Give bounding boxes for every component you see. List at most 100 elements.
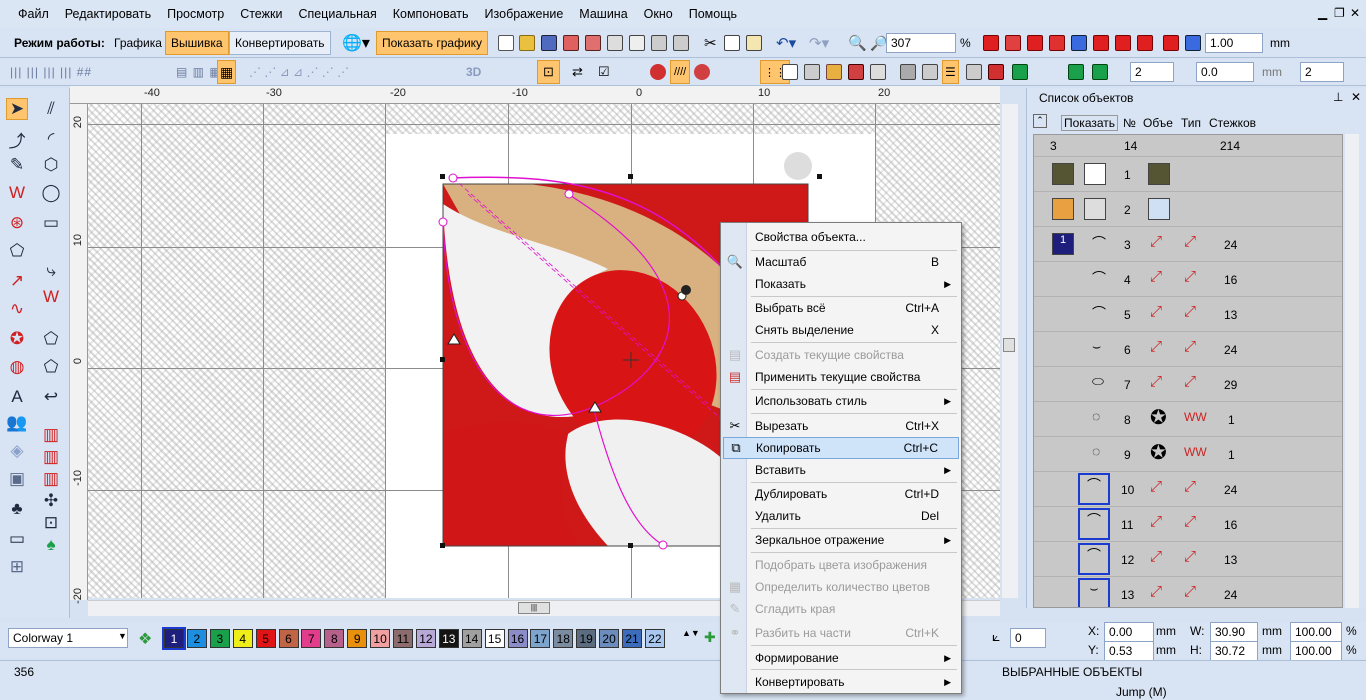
- menu-special[interactable]: Специальная: [290, 7, 384, 21]
- fill-variants-icons[interactable]: ⋰ ⋰ ⊿ ⊿ ⋰ ⋰ ⋰: [243, 60, 355, 84]
- color-swatch[interactable]: 3: [209, 629, 230, 648]
- menu-edit[interactable]: Редактировать: [57, 7, 159, 21]
- color-swatch[interactable]: 14: [461, 629, 482, 648]
- tree-tool-icon[interactable]: ♣: [6, 498, 28, 520]
- align-icon[interactable]: [900, 64, 916, 80]
- color-swatch[interactable]: 15: [484, 629, 505, 648]
- table-row[interactable]: ◌ 9 ✪ WW 1: [1034, 437, 1342, 472]
- table-row[interactable]: ◌ 8 ✪ WW 1: [1034, 402, 1342, 437]
- cut-icon[interactable]: ✂: [698, 31, 723, 55]
- stitch-length-icon[interactable]: [1163, 35, 1179, 51]
- mode-convert-button[interactable]: Конвертировать: [229, 31, 331, 55]
- color-swatch[interactable]: 16: [507, 629, 528, 648]
- table-row[interactable]: ⌣ 13 ⤢ ⤢ 24: [1034, 577, 1342, 607]
- h-input[interactable]: 30.72: [1210, 641, 1258, 661]
- undo-icon[interactable]: ↶▾: [770, 31, 802, 55]
- menu-item-delete[interactable]: Удалить Del: [723, 505, 959, 527]
- menu-item-properties[interactable]: Свойства объекта...: [723, 226, 959, 248]
- color-swatch[interactable]: 7: [301, 629, 322, 648]
- rotate-icon[interactable]: [1092, 64, 1108, 80]
- color-swatch[interactable]: 1: [162, 627, 186, 650]
- list-icon[interactable]: ☰: [942, 60, 959, 84]
- trim-icon[interactable]: [988, 64, 1004, 80]
- header-num[interactable]: №: [1123, 116, 1136, 130]
- mode-embroidery-button[interactable]: Вышивка: [165, 31, 229, 55]
- monogram-icon[interactable]: ◈: [6, 440, 28, 462]
- qr-icon[interactable]: [870, 64, 886, 80]
- node-edit-icon[interactable]: ⇄: [566, 60, 589, 84]
- color-swatch[interactable]: 21: [622, 629, 642, 648]
- paste-icon[interactable]: [746, 35, 762, 51]
- arc-icon[interactable]: ◜: [40, 128, 62, 150]
- satin-icon[interactable]: [650, 64, 666, 80]
- spin-field-2[interactable]: 0.0: [1196, 62, 1254, 82]
- export-icon[interactable]: [563, 35, 579, 51]
- minimize-icon[interactable]: ▁: [1318, 6, 1327, 20]
- w-percent-input[interactable]: 100.00: [1290, 622, 1342, 642]
- fill-a-icon[interactable]: ▥: [40, 424, 62, 446]
- stitch-tool-4-icon[interactable]: [1049, 35, 1065, 51]
- reshape-icon[interactable]: ⤴: [6, 128, 28, 151]
- show-graphics-button[interactable]: Показать графику: [376, 31, 489, 55]
- y-input[interactable]: 0.53: [1104, 641, 1154, 661]
- menu-item-select-all[interactable]: Выбрать всё Ctrl+A: [723, 297, 959, 319]
- color-swatch[interactable]: 10: [370, 629, 391, 648]
- zigzag-icon[interactable]: W: [6, 182, 28, 204]
- redo-icon[interactable]: ↷▾: [803, 31, 835, 55]
- header-obj[interactable]: Объект: [1143, 116, 1173, 130]
- grid-fill-icon[interactable]: ▦: [217, 60, 237, 84]
- sequence-icon[interactable]: [966, 64, 982, 80]
- x-input[interactable]: 0.00: [1104, 622, 1154, 642]
- table-row[interactable]: ⬭ 7 ⤢ ⤢ 29: [1034, 367, 1342, 402]
- collapse-icon[interactable]: ⌃: [1033, 114, 1047, 128]
- pin-icon[interactable]: ⊥: [1333, 90, 1343, 104]
- spin-field-1[interactable]: 2: [1130, 62, 1174, 82]
- menu-view[interactable]: Просмотр: [159, 7, 232, 21]
- menu-item-deselect[interactable]: Снять выделение X: [723, 319, 959, 341]
- menu-item-use-style[interactable]: Использовать стиль ▶: [723, 390, 959, 412]
- new-file-icon[interactable]: [498, 35, 514, 51]
- menu-item-paste[interactable]: Вставить ▶: [723, 459, 959, 481]
- color-swatch[interactable]: 9: [347, 629, 368, 648]
- move-icon[interactable]: ✣: [40, 490, 62, 512]
- applique-icon[interactable]: ▣: [6, 468, 28, 490]
- color-swatch[interactable]: 6: [278, 629, 299, 648]
- color-swatch[interactable]: 8: [324, 629, 345, 648]
- menu-item-apply-props[interactable]: ▤ Применить текущие свойства: [723, 366, 959, 388]
- star-icon[interactable]: ✪: [6, 328, 28, 350]
- menu-item-convert[interactable]: Конвертировать ▶: [723, 671, 959, 693]
- color-swatch[interactable]: 5: [255, 629, 276, 648]
- table-row[interactable]: ⌣ 6 ⤢ ⤢ 24: [1034, 332, 1342, 367]
- color-swatch[interactable]: 18: [553, 629, 574, 648]
- send-icon[interactable]: [673, 35, 689, 51]
- line-icon[interactable]: ↗: [6, 270, 28, 292]
- menu-item-copy[interactable]: ⧉ Копировать Ctrl+C: [723, 437, 959, 459]
- shape-icon[interactable]: ⬡: [40, 154, 62, 176]
- panel-close-icon[interactable]: ✕: [1351, 90, 1361, 104]
- select-frame-icon[interactable]: ⊡: [537, 60, 560, 84]
- color-swatch[interactable]: 12: [415, 629, 436, 648]
- stitch-tool-2-icon[interactable]: [1005, 35, 1021, 51]
- menu-arrange[interactable]: Компоновать: [385, 7, 477, 21]
- object-table[interactable]: 3 14 214 1 2 1 ⌒ 3 ⤢ ⤢ 24 ⌒ 4 ⤢ ⤢ 16 ⌒ 5…: [1033, 134, 1343, 608]
- stitch-tool-8-icon[interactable]: [1137, 35, 1153, 51]
- reshape-node-icon[interactable]: ⤷: [40, 260, 62, 282]
- hook-icon[interactable]: ↩: [40, 386, 62, 408]
- mode-graphics-button[interactable]: Графика: [108, 31, 168, 55]
- scroll-thumb-icon[interactable]: |||: [518, 602, 550, 614]
- palette-icon[interactable]: ❖: [138, 629, 152, 649]
- menu-item-duplicate[interactable]: Дублировать Ctrl+D: [723, 483, 959, 505]
- image-icon[interactable]: [826, 64, 842, 80]
- table-row[interactable]: ⌒ 4 ⤢ ⤢ 16: [1034, 262, 1342, 297]
- people-icon[interactable]: 👥: [6, 412, 28, 434]
- header-stitches[interactable]: Стежков: [1209, 116, 1256, 130]
- color-swatch[interactable]: 4: [232, 629, 253, 648]
- spin-field-3[interactable]: 2: [1300, 62, 1344, 82]
- ellipse-icon[interactable]: ◯: [40, 182, 62, 204]
- table-icon[interactable]: [804, 64, 820, 80]
- table-row[interactable]: ⌒ 11 ⤢ ⤢ 16: [1034, 507, 1342, 542]
- pentagon-icon[interactable]: ⬠: [40, 356, 62, 378]
- mirror-icon[interactable]: [1068, 64, 1084, 80]
- menu-item-zoom[interactable]: 🔍 Масштаб B: [723, 251, 959, 273]
- menu-file[interactable]: Файл: [10, 7, 57, 21]
